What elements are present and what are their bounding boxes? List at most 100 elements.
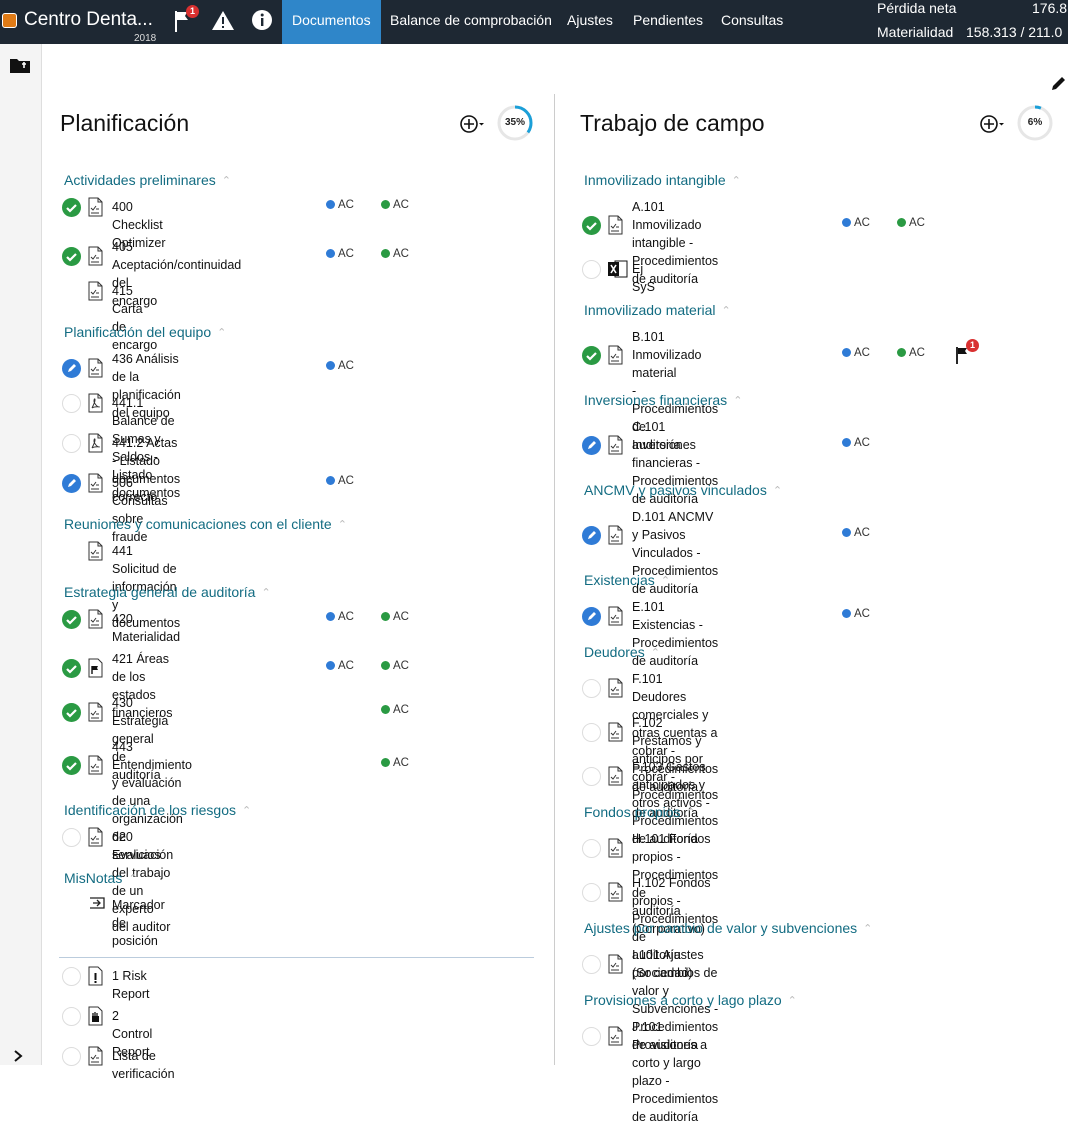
status-empty-circle[interactable] [582, 883, 601, 902]
status-complete-icon[interactable] [62, 756, 81, 775]
document-icon[interactable] [608, 1026, 623, 1046]
chevron-up-icon[interactable]: ⌃ [217, 326, 226, 339]
document-icon[interactable] [608, 954, 623, 974]
planning-add-button[interactable] [460, 114, 484, 134]
document-icon[interactable] [88, 473, 103, 493]
document-icon[interactable] [88, 702, 103, 722]
status-in-progress-icon[interactable] [582, 436, 601, 455]
fieldwork-add-button[interactable] [980, 114, 1004, 134]
status-empty-circle[interactable] [582, 260, 601, 279]
status-empty-circle[interactable] [582, 767, 601, 786]
status-empty-circle[interactable] [62, 1007, 81, 1026]
flag-icon[interactable]: 1 [172, 5, 199, 34]
status-in-progress-icon[interactable] [582, 607, 601, 626]
document-icon[interactable] [608, 345, 623, 365]
document-icon[interactable] [88, 197, 103, 217]
hand-document-icon[interactable] [88, 1006, 103, 1026]
preparer-signoff[interactable]: AC [326, 611, 354, 623]
reviewer-signoff[interactable]: AC [897, 347, 925, 359]
document-icon[interactable] [608, 525, 623, 545]
document-title[interactable]: 420 Materialidad [112, 610, 180, 646]
planning-section-header[interactable]: Reuniones y comunicaciones con el client… [64, 516, 347, 532]
status-empty-circle[interactable] [62, 828, 81, 847]
status-in-progress-icon[interactable] [582, 526, 601, 545]
chevron-up-icon[interactable]: ⌃ [222, 174, 231, 187]
document-title[interactable]: Marcador de posición [112, 896, 165, 950]
planning-section-header[interactable]: Actividades preliminares ⌃ [64, 172, 231, 188]
document-icon[interactable] [608, 838, 623, 858]
status-empty-circle[interactable] [62, 394, 81, 413]
chevron-up-icon[interactable]: ⌃ [261, 586, 270, 599]
tab-consultas[interactable]: Consultas [711, 0, 793, 44]
chevron-up-icon[interactable]: ⌃ [128, 872, 137, 885]
preparer-signoff[interactable]: AC [326, 660, 354, 672]
reviewer-signoff[interactable]: AC [381, 660, 409, 672]
status-complete-icon[interactable] [62, 703, 81, 722]
fieldwork-section-header[interactable]: Inmovilizado material ⌃ [584, 302, 731, 318]
chevron-up-icon[interactable]: ⌃ [788, 994, 797, 1007]
chevron-up-icon[interactable]: ⌃ [338, 518, 347, 531]
document-title[interactable]: 1 Risk Report [112, 967, 150, 1003]
status-in-progress-icon[interactable] [62, 474, 81, 493]
preparer-signoff[interactable]: AC [842, 527, 870, 539]
document-icon[interactable] [608, 435, 623, 455]
fieldwork-section-header[interactable]: Inversiones financieras ⌃ [584, 392, 742, 408]
planning-section-header[interactable]: MisNotas ⌃ [64, 870, 138, 886]
document-icon[interactable] [608, 722, 623, 742]
status-empty-circle[interactable] [62, 434, 81, 453]
pencil-icon[interactable] [1050, 74, 1068, 97]
document-icon[interactable] [88, 755, 103, 775]
placeholder-marker-icon[interactable] [88, 895, 105, 915]
chevron-up-icon[interactable]: ⌃ [661, 574, 670, 587]
preparer-signoff[interactable]: AC [842, 217, 870, 229]
planning-section-header[interactable]: Estrategia general de auditoría ⌃ [64, 584, 271, 600]
fieldwork-section-header[interactable]: Provisiones a corto y lago plazo ⌃ [584, 992, 797, 1008]
document-title[interactable]: Lista de verificación [112, 1047, 175, 1083]
pdf-icon[interactable] [88, 393, 103, 413]
chevron-up-icon[interactable]: ⌃ [687, 806, 696, 819]
status-empty-circle[interactable] [582, 723, 601, 742]
document-icon[interactable] [88, 609, 103, 629]
status-complete-icon[interactable] [62, 198, 81, 217]
preparer-signoff[interactable]: AC [842, 437, 870, 449]
status-complete-icon[interactable] [582, 346, 601, 365]
folder-pin-icon[interactable] [10, 57, 30, 78]
status-in-progress-icon[interactable] [62, 359, 81, 378]
document-icon[interactable] [608, 606, 623, 626]
planning-section-header[interactable]: Planificación del equipo ⌃ [64, 324, 226, 340]
document-icon[interactable] [608, 678, 623, 698]
document-icon[interactable] [88, 541, 103, 561]
chevron-up-icon[interactable]: ⌃ [732, 174, 741, 187]
reviewer-signoff[interactable]: AC [381, 704, 409, 716]
reviewer-signoff[interactable]: AC [381, 611, 409, 623]
chevron-up-icon[interactable]: ⌃ [773, 484, 782, 497]
status-empty-circle[interactable] [582, 679, 601, 698]
document-title[interactable]: 506 Consultas sobre fraude [112, 474, 168, 546]
fieldwork-section-header[interactable]: Inmovilizado intangible ⌃ [584, 172, 741, 188]
status-complete-icon[interactable] [62, 247, 81, 266]
expand-icon[interactable] [12, 1049, 24, 1068]
status-complete-icon[interactable] [62, 610, 81, 629]
document-icon[interactable] [88, 358, 103, 378]
status-empty-circle[interactable] [62, 967, 81, 986]
fieldwork-section-header[interactable]: Fondos propios ⌃ [584, 804, 696, 820]
reviewer-signoff[interactable]: AC [381, 199, 409, 211]
warning-icon[interactable] [210, 8, 236, 34]
flag-icon[interactable]: 1 [954, 339, 979, 370]
flag-document-icon[interactable] [88, 658, 103, 678]
document-icon[interactable] [88, 246, 103, 266]
document-icon[interactable] [88, 281, 103, 301]
document-icon[interactable] [88, 827, 103, 847]
preparer-signoff[interactable]: AC [326, 199, 354, 211]
reviewer-signoff[interactable]: AC [897, 217, 925, 229]
preparer-signoff[interactable]: AC [326, 475, 354, 487]
document-title[interactable]: 415 Carta de encargo [112, 282, 157, 354]
reviewer-signoff[interactable]: AC [381, 248, 409, 260]
tab-pendientes[interactable]: Pendientes [623, 0, 713, 44]
chevron-up-icon[interactable]: ⌃ [733, 394, 742, 407]
tab-balance[interactable]: Balance de comprobación [380, 0, 562, 44]
chevron-up-icon[interactable]: ⌃ [651, 646, 660, 659]
warning-document-icon[interactable] [88, 966, 103, 986]
preparer-signoff[interactable]: AC [842, 608, 870, 620]
tab-documentos[interactable]: Documentos [282, 0, 381, 44]
